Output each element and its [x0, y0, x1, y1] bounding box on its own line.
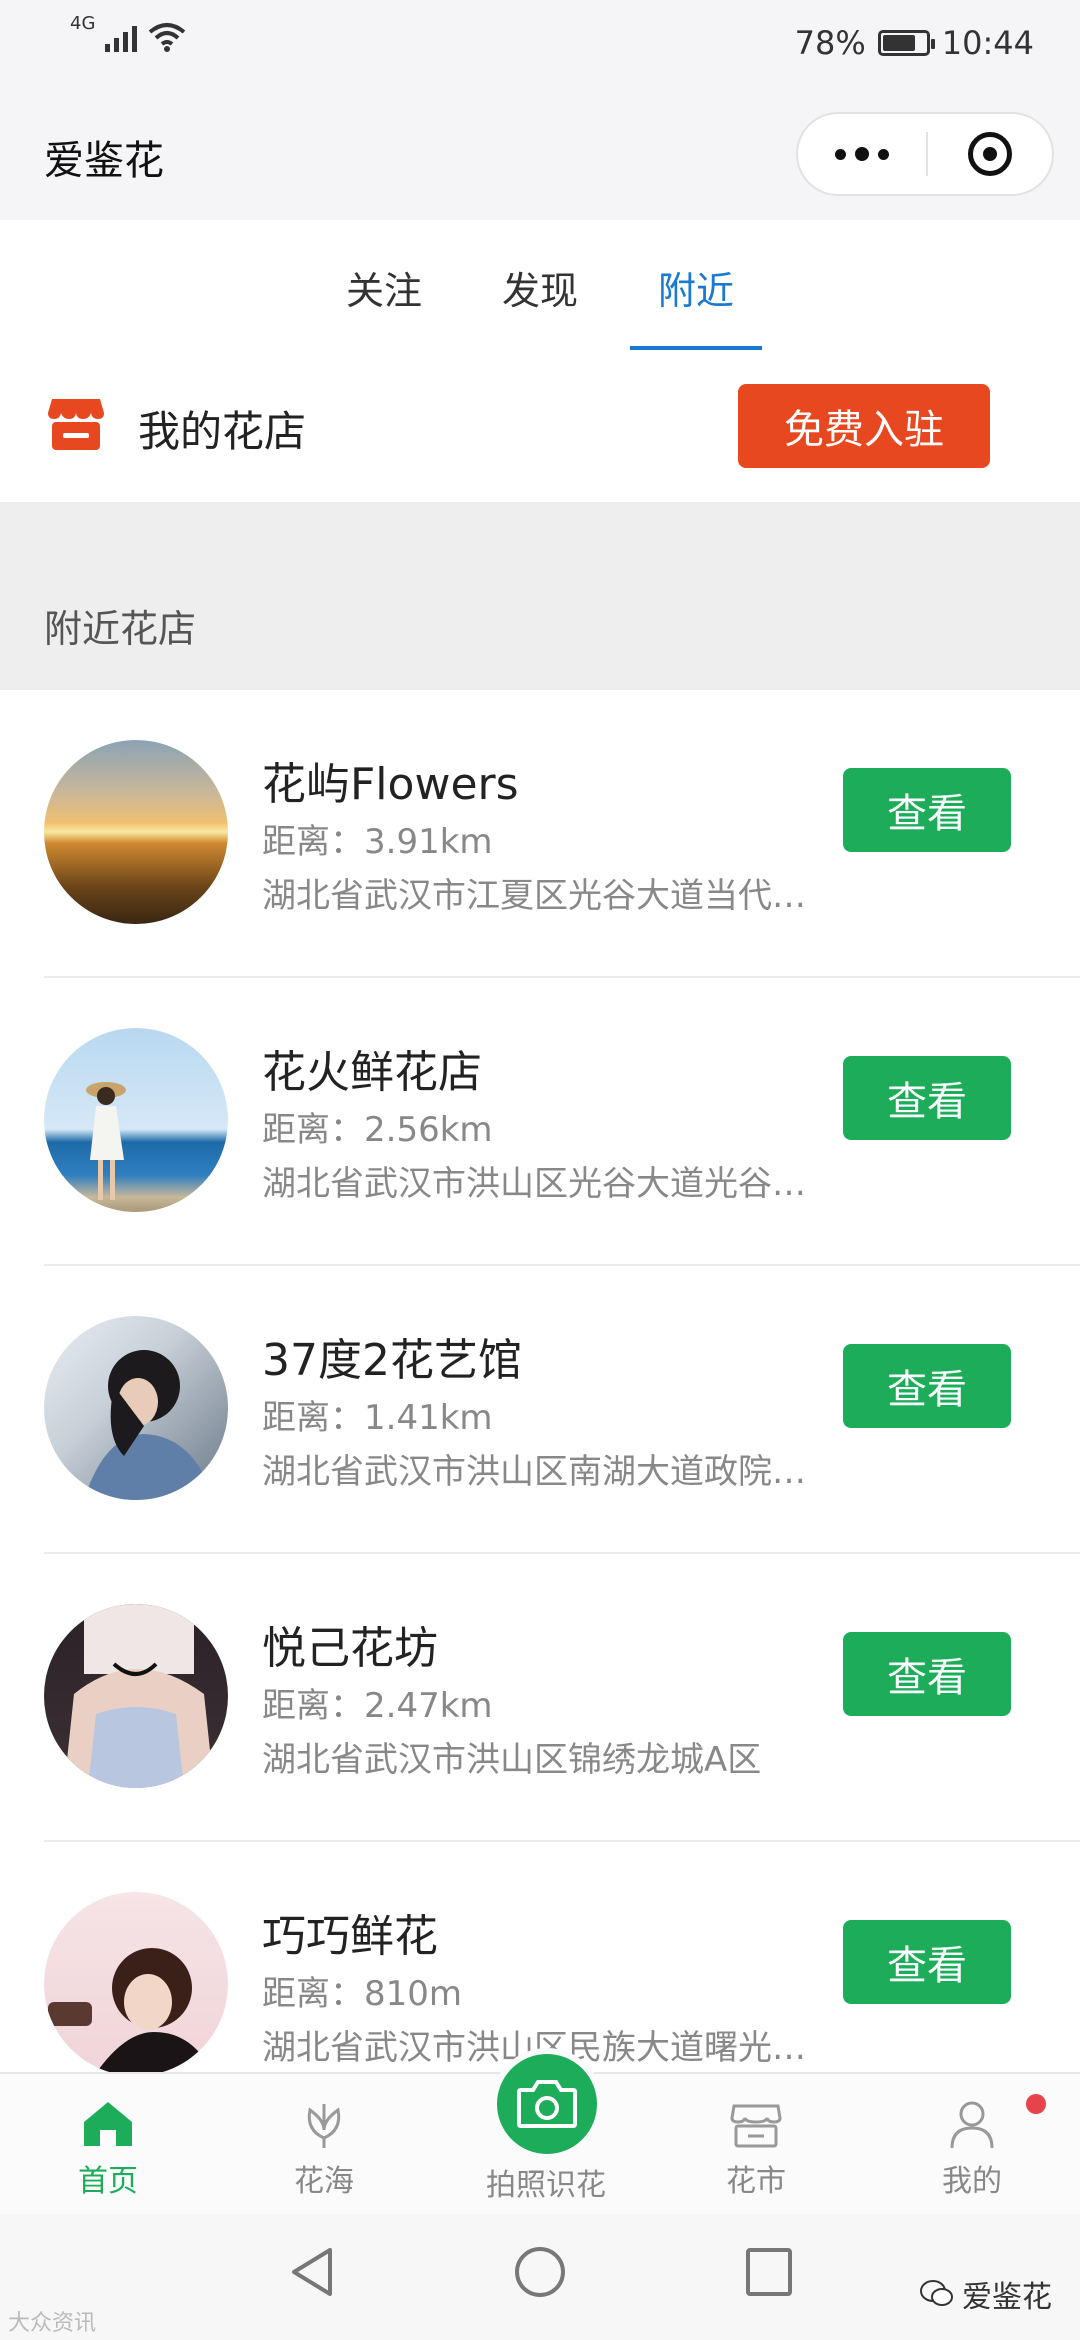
tabbar-flower-sea[interactable]: 花海	[244, 2096, 404, 2200]
shop-name: 花火鲜花店	[262, 1047, 482, 1098]
shop-icon	[48, 399, 104, 450]
clock: 10:44	[941, 24, 1034, 62]
list-item[interactable]: 悦己花坊 距离：2.47km 湖北省武汉市洪山区锦绣龙城A区 查看	[0, 1554, 1080, 1842]
notification-dot	[1026, 2094, 1046, 2114]
shop-name: 悦己花坊	[262, 1623, 438, 1674]
shop-list: 花屿Flowers 距离：3.91km 湖北省武汉市江夏区光谷大道当代… 查看 …	[0, 690, 1080, 2130]
tabbar-home-label: 首页	[78, 2164, 138, 2199]
shop-distance: 距离：2.47km	[262, 1686, 493, 1726]
more-options-icon[interactable]	[798, 114, 926, 194]
shop-distance: 距离：1.41km	[262, 1398, 493, 1438]
title-bar: 爱鉴花	[0, 90, 1080, 220]
shop-avatar-beach	[44, 1028, 228, 1212]
shop-avatar-portrait	[44, 1892, 228, 2076]
camera-icon	[517, 2080, 577, 2128]
user-icon	[950, 2101, 994, 2149]
section-header: 附近花店	[0, 502, 1080, 690]
shop-address: 湖北省武汉市洪山区锦绣龙城A区	[262, 1740, 762, 1780]
home-circle-icon[interactable]	[512, 2244, 568, 2300]
shop-name: 花屿Flowers	[262, 759, 519, 810]
camera-label: 拍照识花	[486, 2168, 606, 2203]
shop-address: 湖北省武汉市洪山区南湖大道政院…	[262, 1452, 806, 1492]
flower-icon	[307, 2104, 341, 2148]
tabbar-flower-sea-label: 花海	[294, 2164, 354, 2199]
page-title: 爱鉴花	[44, 138, 164, 184]
wifi-icon	[149, 23, 186, 52]
shop-distance: 距离：810m	[262, 1974, 463, 2014]
my-shop-bar: 我的花店 免费入驻	[0, 352, 1080, 502]
signal-indicator: 4G	[70, 13, 187, 52]
tabbar-home[interactable]: 首页	[28, 2096, 188, 2200]
system-navigation-bar	[0, 2214, 1080, 2340]
battery-percent: 78%	[794, 24, 866, 62]
shop-distance: 距离：2.56km	[262, 1110, 493, 1150]
list-item[interactable]: 37度2花艺馆 距离：1.41km 湖北省武汉市洪山区南湖大道政院… 查看	[0, 1266, 1080, 1554]
battery-icon	[877, 30, 935, 56]
view-shop-button[interactable]: 查看	[843, 1920, 1011, 2004]
tabbar-market-label: 花市	[726, 2164, 786, 2199]
shop-name: 巧巧鲜花	[262, 1911, 438, 1962]
shop-address: 湖北省武汉市洪山区光谷大道光谷…	[262, 1164, 806, 1204]
wechat-icon	[920, 2280, 953, 2306]
view-shop-button[interactable]: 查看	[843, 1344, 1011, 1428]
tabbar-mine[interactable]: 我的	[892, 2096, 1052, 2200]
my-shop-label[interactable]: 我的花店	[138, 398, 306, 459]
free-join-button[interactable]: 免费入驻	[738, 384, 990, 468]
back-icon[interactable]	[286, 2244, 336, 2300]
section-title: 附近花店	[44, 607, 197, 651]
close-mini-program-icon[interactable]	[928, 114, 1052, 194]
shop-distance: 距离：3.91km	[262, 822, 493, 862]
network-type: 4G	[70, 13, 96, 34]
tabbar-market[interactable]: 花市	[676, 2096, 836, 2200]
top-tabs: 关注 发现 附近	[0, 220, 1080, 352]
shop-address: 湖北省武汉市江夏区光谷大道当代…	[262, 876, 806, 916]
view-shop-button[interactable]: 查看	[843, 768, 1011, 852]
view-shop-button[interactable]: 查看	[843, 1056, 1011, 1140]
list-item[interactable]: 花屿Flowers 距离：3.91km 湖北省武汉市江夏区光谷大道当代… 查看	[0, 690, 1080, 978]
home-icon	[84, 2102, 132, 2146]
mini-program-capsule	[796, 112, 1054, 196]
view-shop-button[interactable]: 查看	[843, 1632, 1011, 1716]
status-bar: 4G 78% 10:44	[0, 0, 1080, 90]
tab-nearby[interactable]: 附近	[658, 260, 734, 315]
shop-name: 37度2花艺馆	[262, 1335, 522, 1386]
watermark-account: 爱鉴花	[920, 2272, 1052, 2316]
watermark-account-name: 爱鉴花	[962, 2280, 1052, 2315]
store-icon	[730, 2104, 782, 2148]
tabbar-mine-label: 我的	[942, 2164, 1002, 2199]
identify-flower-camera-button[interactable]	[491, 2048, 603, 2160]
tab-discover[interactable]: 发现	[502, 260, 578, 315]
signal-icon	[105, 22, 138, 52]
shop-avatar-portrait	[44, 1316, 228, 1500]
shop-avatar-portrait	[44, 1604, 228, 1788]
tab-follow[interactable]: 关注	[346, 260, 422, 315]
active-tab-indicator	[630, 346, 762, 350]
list-item[interactable]: 花火鲜花店 距离：2.56km 湖北省武汉市洪山区光谷大道光谷… 查看	[0, 978, 1080, 1266]
watermark-source: 大众资讯	[8, 2311, 97, 2336]
recents-icon[interactable]	[744, 2244, 794, 2300]
shop-avatar-sunset	[44, 740, 228, 924]
